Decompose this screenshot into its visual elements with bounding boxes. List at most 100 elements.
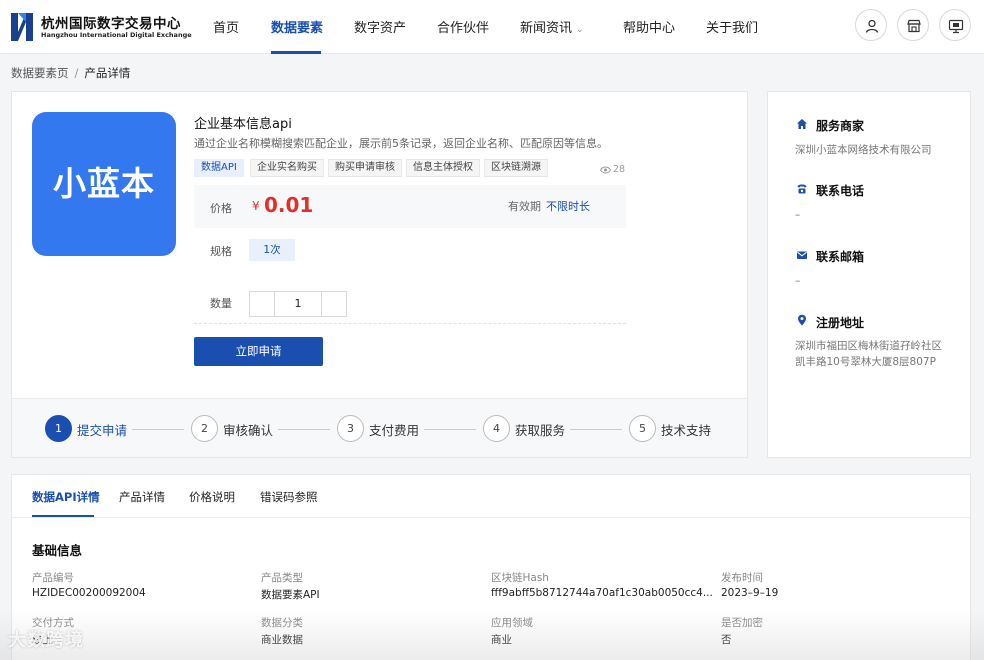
divider [194,323,626,324]
validity-label: 有效期 [508,200,541,213]
quantity-decrease-button[interactable] [250,292,275,316]
tab-api-details[interactable]: 数据API详情 [32,489,100,505]
tag-apply-review: 购买申请审核 [328,159,402,177]
section-title: 基础信息 [32,543,83,558]
store-icon [907,19,921,33]
merchant-value: 深圳小蓝本网络技术有限公司 [795,144,932,156]
monitor-icon [948,19,964,34]
field-value: 数据要素API [261,589,320,601]
store-button[interactable] [897,9,929,41]
nav-active-indicator [271,51,321,54]
tab-pricing[interactable]: 价格说明 [189,489,235,505]
tag-real-name: 企业实名购买 [250,159,324,177]
step-3-label: 支付费用 [369,423,420,438]
product-image: 小蓝本 [32,112,176,256]
step-2-number: 2 [191,415,218,442]
breadcrumb-separator: / [74,66,79,80]
quantity-input[interactable]: 1 [275,292,321,316]
price-box: 价格 ¥ 0.01 有效期 不限时长 [194,185,626,228]
eye-icon [599,166,612,174]
step-connector [278,429,330,430]
provider-card: 服务商家 深圳小蓝本网络技术有限公司 联系电话 – 联系邮箱 – 注册地址 深圳… [767,91,971,458]
validity-value: 不限时长 [546,200,590,213]
product-title: 企业基本信息api [194,117,292,132]
tag-data-api: 数据API [194,159,244,177]
chevron-down-icon: ⌄ [576,25,584,35]
tag-blockchain: 区块链溯源 [484,159,548,177]
address-line-2: 凯丰路10号翠林大厦8层807P [795,356,936,368]
price-label: 价格 [210,202,232,215]
nav-data-elements[interactable]: 数据要素 [271,17,323,36]
view-count-value: 28 [613,164,626,175]
field-label: 产品编号 [32,572,74,584]
tag-subject-auth: 信息主体授权 [406,159,480,177]
nav-about[interactable]: 关于我们 [706,17,758,36]
step-4-label: 获取服务 [515,423,566,438]
step-5-label: 技术支持 [661,423,712,438]
detail-tabs-card: 数据API详情 产品详情 价格说明 错误码参照 基础信息 产品编号 HZIDEC… [11,474,971,660]
watermark: 大数跨境 [8,630,84,651]
currency-symbol: ¥ [252,199,260,213]
logo-text-en: Hangzhou International Digital Exchange [41,31,192,39]
process-steps: 1 提交申请 2 审核确认 3 支付费用 4 获取服务 5 技术支持 [12,398,747,457]
mail-icon [797,251,807,259]
email-value: – [795,275,801,287]
tab-error-codes[interactable]: 错误码参照 [260,489,318,505]
field-value: HZIDEC00200092004 [32,587,146,599]
field-label: 区块链Hash [491,572,549,584]
field-value: 2023–9–19 [721,587,779,599]
nav-help[interactable]: 帮助中心 [623,17,675,36]
merchant-label: 服务商家 [816,119,865,133]
step-connector [570,429,622,430]
logo-mark-icon [11,13,33,41]
product-card: 小蓝本 企业基本信息api 通过企业名称模糊搜索匹配企业，展示前5条记录，返回企… [11,91,748,458]
field-label: 数据分类 [261,617,303,629]
field-label: 是否加密 [721,617,763,629]
step-connector [132,429,184,430]
view-count: 28 [599,164,626,175]
nav-digital-assets[interactable]: 数字资产 [354,17,406,36]
apply-button[interactable]: 立即申请 [194,337,323,366]
breadcrumb-current: 产品详情 [84,66,131,80]
spec-label: 规格 [210,245,232,258]
site-logo[interactable]: 杭州国际数字交易中心 Hangzhou International Digita… [10,10,192,44]
step-4-number: 4 [483,415,510,442]
console-button[interactable] [939,9,971,41]
step-2-label: 审核确认 [223,423,274,438]
user-icon [865,19,879,33]
detail-tabs: 数据API详情 产品详情 价格说明 错误码参照 [12,475,970,518]
active-tab-indicator [32,515,94,517]
quantity-increase-button[interactable] [321,292,346,316]
nav-home[interactable]: 首页 [213,17,239,36]
email-label: 联系邮箱 [816,250,865,264]
breadcrumb-root[interactable]: 数据要素页 [11,66,69,80]
step-3-number: 3 [337,415,364,442]
phone-label: 联系电话 [816,184,865,198]
breadcrumb: 数据要素页 / 产品详情 [11,65,130,81]
price-value: 0.01 [264,193,314,217]
product-description: 通过企业名称模糊搜索匹配企业，展示前5条记录，返回企业名称、匹配原因等信息。 [194,137,608,150]
step-1-number: 1 [45,415,72,442]
nav-partners[interactable]: 合作伙伴 [437,17,489,36]
field-value: 否 [721,634,732,646]
quantity-stepper: 1 [249,291,347,317]
field-label: 发布时间 [721,572,763,584]
tab-product-details[interactable]: 产品详情 [119,489,165,505]
nav-news-label: 新闻资讯 [520,21,573,36]
field-label: 产品类型 [261,572,303,584]
field-value: 商业 [491,634,512,646]
step-1-label: 提交申请 [77,423,128,438]
user-button[interactable] [855,9,887,41]
spec-option[interactable]: 1次 [249,239,295,261]
field-value: fff9abff5b8712744a70af1c30ab0050cc4... [491,587,713,599]
step-5-number: 5 [629,415,656,442]
phone-icon [797,184,807,194]
quantity-label: 数量 [210,297,232,310]
nav-news[interactable]: 新闻资讯 ⌄ [520,17,584,36]
field-value: 商业数据 [261,634,303,646]
top-header: 杭州国际数字交易中心 Hangzhou International Digita… [0,0,984,54]
field-label: 应用领域 [491,617,533,629]
home-icon [797,119,807,129]
phone-value: – [795,209,801,221]
logo-text-cn: 杭州国际数字交易中心 [41,16,181,32]
